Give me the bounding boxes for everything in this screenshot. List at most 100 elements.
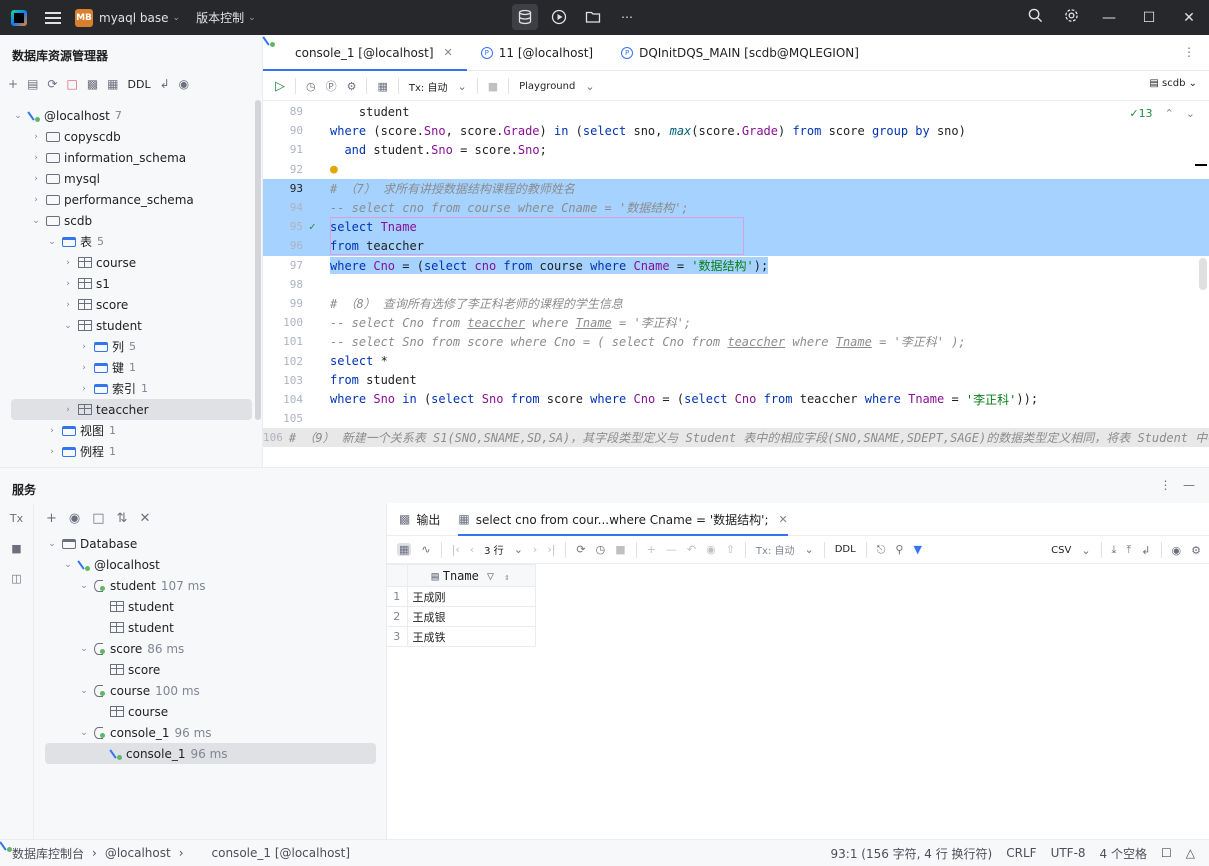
chevron-down-icon[interactable]: ⌄ — [1186, 107, 1195, 120]
main-menu-icon[interactable] — [45, 11, 61, 24]
project-name[interactable]: myaql base — [99, 11, 169, 25]
new-tab-icon[interactable]: □ — [92, 511, 104, 526]
tree-node-copyscdb[interactable]: › copyscdb — [0, 126, 263, 147]
upload-icon[interactable]: ⤒ — [1126, 543, 1131, 557]
more-icon[interactable]: ⋮ — — [1160, 478, 1195, 492]
chevron-down-icon[interactable]: ⌄ — [805, 543, 814, 556]
sort-icon[interactable]: ⇕ — [504, 573, 509, 583]
inspections-widget[interactable]: ✓13 ⌃ ⌄ — [1129, 107, 1195, 120]
tree-node-routines[interactable]: › 例程 1 — [0, 441, 263, 462]
stop-icon[interactable]: ■ — [488, 80, 498, 93]
tree-node-performance-schema[interactable]: › performance_schema — [0, 189, 263, 210]
code-editor[interactable]: 89 student 90 where (score. Sno, score. Gra… — [263, 102, 1209, 467]
svc-node-result[interactable]: student — [34, 617, 386, 638]
view-eye-icon[interactable]: ◉ — [69, 511, 80, 526]
svc-node-result[interactable]: score — [34, 659, 386, 680]
history-icon[interactable]: ◷ — [596, 543, 606, 556]
chevron-down-icon[interactable]: ⌄ — [585, 80, 594, 93]
first-page-icon[interactable]: |‹ — [452, 543, 460, 556]
database-icon[interactable] — [512, 4, 538, 30]
file-encoding[interactable]: UTF-8 — [1051, 846, 1086, 860]
tree-node-student[interactable]: ⌄ student — [0, 315, 263, 336]
chart-view-icon[interactable]: ∿ — [421, 543, 430, 556]
svc-node-console-query[interactable]: ⌄ console_1 96 ms — [34, 722, 386, 743]
add-icon[interactable]: + — [8, 77, 18, 91]
history-icon[interactable]: ◷ — [306, 80, 316, 93]
close-icon[interactable]: ✕ — [444, 46, 453, 59]
view-options-eye-icon[interactable]: ◉ — [179, 77, 189, 91]
svc-node-result[interactable]: student — [34, 596, 386, 617]
chevron-right-icon[interactable]: › — [78, 363, 90, 373]
chevron-down-icon[interactable]: ⌄ — [78, 644, 90, 654]
chevron-right-icon[interactable]: › — [46, 426, 58, 436]
chevron-right-icon[interactable]: › — [62, 405, 74, 415]
tree-node-course[interactable]: › course — [0, 252, 263, 273]
indent-setting[interactable]: 4 个空格 — [1100, 845, 1147, 862]
revert-icon[interactable]: ↶ — [687, 543, 696, 556]
table-row[interactable]: 2 王成银 — [387, 606, 536, 627]
tab-11[interactable]: P 11 [@localhost] — [467, 35, 607, 71]
cell-tname[interactable]: 王成银 — [406, 606, 536, 627]
prev-page-icon[interactable]: ‹ — [470, 543, 474, 556]
search-icon[interactable]: ⚲ — [895, 543, 903, 556]
row-count-select[interactable]: 3 行 — [484, 542, 504, 557]
more-icon[interactable]: ⋯ — [614, 4, 640, 30]
table-row[interactable]: 3 王成铁 — [387, 626, 536, 647]
svc-node-score-query[interactable]: ⌄ score 86 ms — [34, 638, 386, 659]
project-badge[interactable]: MB — [75, 8, 93, 27]
close-window-button[interactable]: ✕ — [1169, 10, 1209, 26]
add-row-icon[interactable]: + — [647, 543, 656, 556]
chevron-right-icon[interactable]: › — [30, 132, 42, 142]
search-icon[interactable] — [1017, 8, 1053, 27]
tree-node-localhost[interactable]: ⌄ @localhost 7 — [0, 105, 263, 126]
jump-icon[interactable]: ↲ — [1141, 544, 1150, 557]
tab-dqinit[interactable]: P DQInitDQS_MAIN [scdb@MQLEGION] — [607, 35, 873, 71]
expand-all-icon[interactable]: ⇅ — [117, 511, 128, 526]
playground-select[interactable]: Playground — [519, 81, 575, 92]
chevron-down-icon[interactable]: ⌄ — [457, 80, 466, 93]
minimize-button[interactable]: — — [1089, 10, 1129, 26]
collapse-all-icon[interactable]: ✕ — [139, 511, 150, 526]
ddl-button[interactable]: DDL — [835, 544, 856, 555]
tree-node-columns[interactable]: › 列 5 — [0, 336, 263, 357]
chevron-down-icon[interactable]: ⌄ — [78, 686, 90, 696]
editor-scrollbar[interactable] — [1199, 258, 1207, 290]
tree-node-keys[interactable]: › 键 1 — [0, 357, 263, 378]
stop-icon[interactable]: ■ — [615, 543, 625, 556]
tx-mode-select[interactable]: Tx: 自动 — [756, 542, 795, 557]
jump-to-console-icon[interactable]: □ — [66, 77, 77, 91]
chevron-right-icon[interactable]: › — [78, 342, 90, 352]
column-header-tname[interactable]: ▤ Tname ▽ ⇕ — [406, 564, 536, 587]
chevron-down-icon[interactable]: ⌄ — [62, 560, 74, 570]
chevron-down-icon[interactable]: ⌄ — [173, 13, 181, 23]
download-icon[interactable]: ⤓ — [1112, 543, 1117, 557]
settings-gear-icon[interactable]: ⚙ — [347, 80, 357, 93]
pin-p-icon[interactable]: Ⓟ — [326, 78, 337, 94]
tree-node-s1[interactable]: › s1 — [0, 273, 263, 294]
chevron-down-icon[interactable]: ⌄ — [62, 321, 74, 331]
chevron-down-icon[interactable]: ⌄ — [248, 13, 256, 23]
chevron-right-icon[interactable]: › — [46, 447, 58, 457]
cell-tname[interactable]: 王成刚 — [406, 586, 536, 607]
more-icon[interactable]: ⋮ — [1183, 45, 1195, 59]
tab-output[interactable]: ▩ 输出 — [399, 503, 440, 536]
svc-node-localhost[interactable]: ⌄ @localhost — [34, 554, 386, 575]
explorer-scrollbar[interactable] — [255, 100, 261, 420]
line-separator[interactable]: CRLF — [1006, 846, 1036, 860]
chevron-down-icon[interactable]: ⌄ — [30, 216, 42, 226]
vcs-widget[interactable]: 版本控制 — [196, 9, 244, 26]
svc-node-student-query[interactable]: ⌄ student 107 ms — [34, 575, 386, 596]
chevron-down-icon[interactable]: ⌄ — [46, 237, 58, 247]
cell-tname[interactable]: 王成铁 — [406, 626, 536, 647]
settings-gear-icon[interactable]: ⚙ — [1191, 544, 1201, 557]
ddl-button[interactable]: DDL — [128, 78, 151, 91]
tree-node-teaccher[interactable]: › teaccher — [11, 399, 252, 420]
tree-node-indexes[interactable]: › 索引 1 — [0, 378, 263, 399]
console-icon[interactable]: ▩ — [87, 77, 98, 91]
table-icon[interactable]: ▦ — [107, 77, 118, 91]
export-format-select[interactable]: CSV — [1051, 545, 1071, 556]
table-row[interactable]: 1 王成刚 — [387, 586, 536, 607]
breadcrumb-item[interactable]: console_1 [@localhost] — [212, 846, 351, 860]
table-icon[interactable]: ▦ — [377, 80, 387, 93]
stop-icon[interactable]: ■ — [0, 533, 33, 563]
